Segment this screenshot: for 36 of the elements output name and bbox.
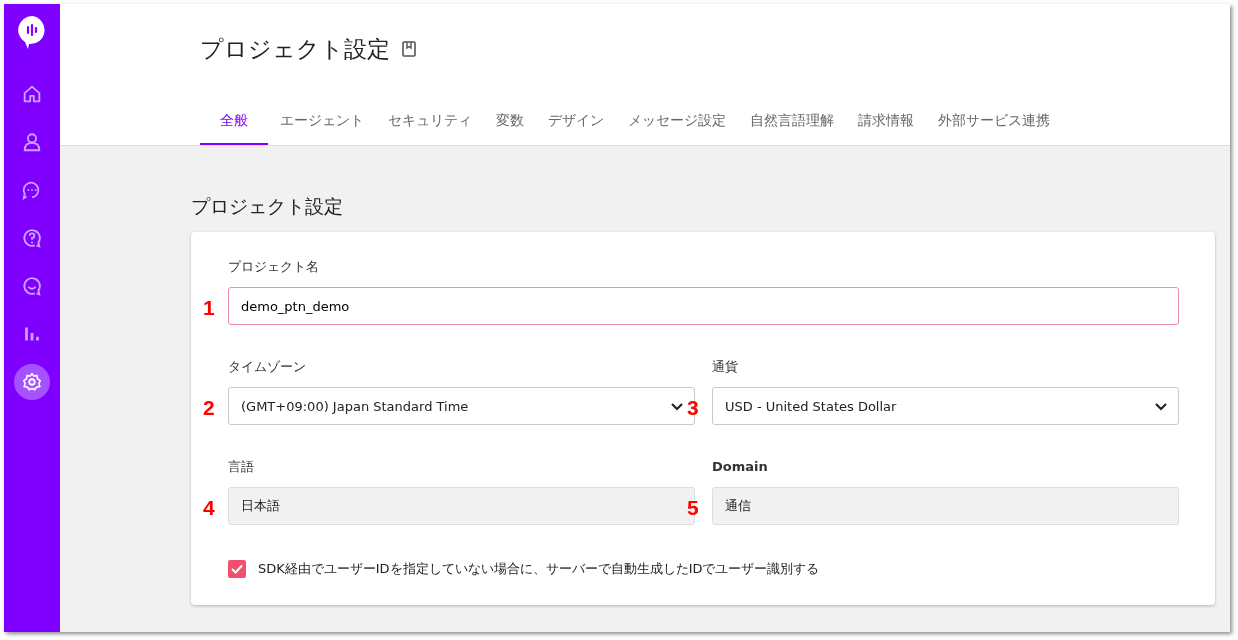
field-label: タイムゾーン [228,359,307,375]
tab[interactable]: セキュリティ [376,110,484,145]
dropdown[interactable]: USD - United States Dollar [712,387,1179,425]
tab[interactable]: 請求情報 [846,110,926,145]
sidebar-item[interactable] [14,364,50,400]
bookmark-icon[interactable] [402,41,416,57]
annotation-number: 4 [203,496,215,520]
help-icon [21,227,43,249]
tab[interactable]: 変数 [484,110,536,145]
chevron-down-icon [1154,401,1168,411]
tab[interactable]: エージェント [268,110,376,145]
chevron-down-icon [670,401,684,411]
tab[interactable]: メッセージ設定 [616,110,738,145]
field-label: Domain [712,459,769,475]
checkbox-label: SDK経由でユーザーIDを指定していない場合に、サーバーで自動生成したIDでユーザー識別する [258,560,820,578]
tab[interactable]: 自然言語理解 [738,110,846,145]
text-input-field[interactable]: demo_ptn_demo [228,287,1179,325]
checkbox[interactable] [228,560,246,578]
field-label: 言語 [228,459,255,475]
field-label: プロジェクト名 [228,259,320,275]
tab[interactable]: 全般 [200,110,268,145]
page-title: プロジェクト設定 [200,34,390,64]
field-label: 通貨 [712,359,739,375]
annotation-number: 1 [203,296,215,320]
home-icon [21,83,43,105]
checkmark-icon [231,564,243,574]
annotation-number: 5 [687,496,699,520]
logo-icon [16,14,48,50]
tab[interactable]: 外部サービス連携 [926,110,1062,145]
readonly-field: 通信 [712,487,1179,525]
smile-bubble-icon [21,275,43,297]
user-icon [21,131,43,153]
tab[interactable]: デザイン [536,110,616,145]
section-title: プロジェクト設定 [191,194,344,218]
annotation-number: 2 [203,396,215,420]
settings-icon [21,371,43,393]
